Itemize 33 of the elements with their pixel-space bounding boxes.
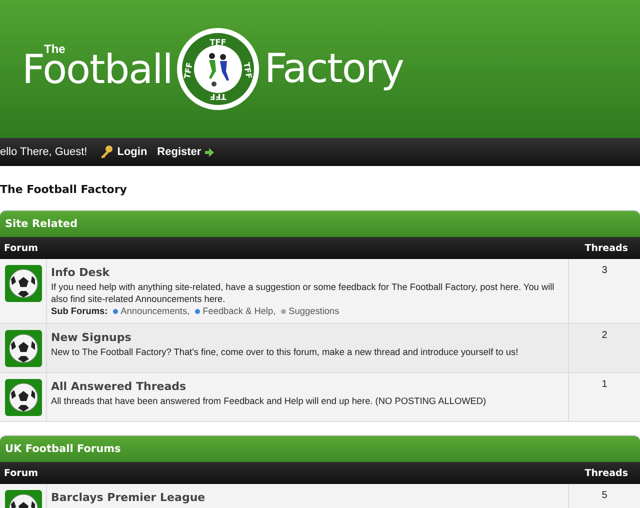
breadcrumb: The Football Factory [0, 182, 128, 195]
category-header: UK Football Forums [0, 435, 640, 462]
column-header: Forum [4, 468, 38, 478]
forum-title[interactable]: Barclays Premier League [51, 491, 206, 504]
thread-count: 1 [602, 379, 608, 390]
column-header: Threads [584, 468, 628, 478]
thread-count: 5 [602, 490, 608, 501]
subforum-link[interactable]: Announcements, [120, 305, 190, 317]
forum-title[interactable]: Info Desk [51, 266, 110, 279]
subforum-link[interactable]: Suggestions [288, 305, 340, 317]
football-icon [5, 379, 42, 416]
forum-description: All threads that have been answered from Feedback and Help will end up here. (NO POSTING ALLOWED) [51, 395, 488, 407]
football-icon [5, 330, 42, 367]
logo-text: Factory [264, 49, 404, 89]
thread-count: 2 [602, 330, 608, 341]
logo-badge-drawing: TFF TFF TFF TFF [176, 27, 260, 111]
football-icon [5, 265, 42, 302]
thread-count: 3 [602, 265, 608, 276]
nav-link[interactable]: Login [99, 145, 148, 159]
forum-title[interactable]: All Answered Threads [51, 380, 186, 393]
column-header: Threads [584, 242, 628, 254]
forum-description: New to The Football Factory? That's fine, come over to this forum, make a new thread and introduce yourself to us! [51, 346, 520, 358]
key-icon [99, 145, 114, 159]
nav-link[interactable]: Register [157, 146, 214, 158]
forum-description: If you need help with anything site-related, have a suggestion or some feedback for The Football Factory, post here. You will also find site-related Announcements here. [51, 281, 556, 305]
logo-text: The [44, 42, 66, 56]
subforums-label: Sub Forums: [51, 305, 108, 317]
column-header: Forum [4, 242, 38, 254]
category-header: Site Related [0, 210, 640, 237]
arrow-icon [205, 148, 214, 156]
forum-title[interactable]: New Signups [51, 331, 132, 344]
subforum-link[interactable]: Feedback & Help, [202, 305, 276, 317]
greeting-text: ello There, Guest! [0, 146, 88, 158]
